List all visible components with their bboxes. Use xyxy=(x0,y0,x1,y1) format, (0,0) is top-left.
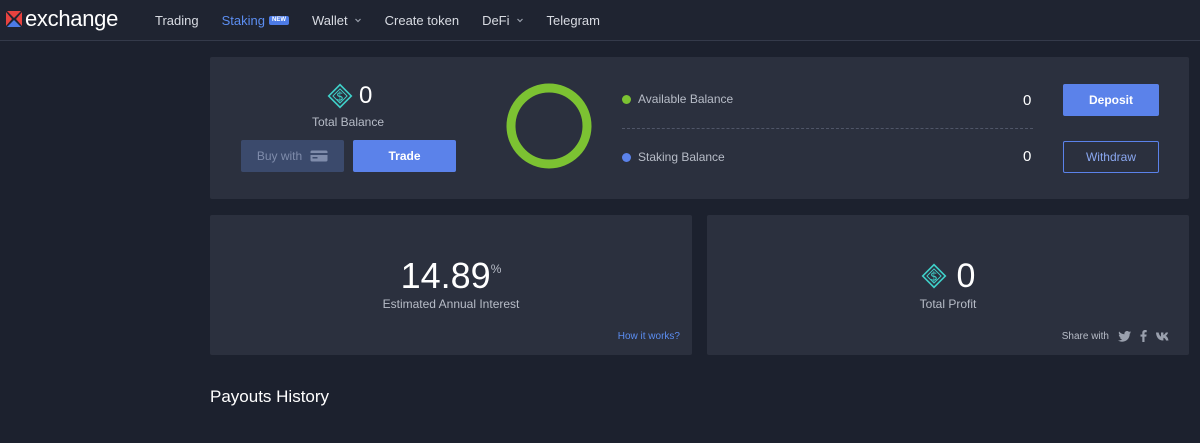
credit-card-icon xyxy=(310,150,328,162)
deposit-button[interactable]: Deposit xyxy=(1063,84,1159,116)
facebook-icon[interactable] xyxy=(1140,330,1147,342)
divider xyxy=(622,128,1033,129)
nav-defi[interactable]: DeFi xyxy=(482,13,523,28)
vk-icon[interactable] xyxy=(1156,332,1171,341)
nav-staking-label: Staking xyxy=(221,12,265,28)
main-nav: Trading Staking NEW Wallet Create token … xyxy=(155,0,623,40)
annual-interest-label: Estimated Annual Interest xyxy=(382,297,520,311)
twitter-icon[interactable] xyxy=(1118,330,1131,342)
total-balance-number: 0 xyxy=(359,82,373,109)
total-balance-label: Total Balance xyxy=(311,115,385,129)
nav-telegram[interactable]: Telegram xyxy=(547,13,600,28)
total-profit-value: $ 0 xyxy=(707,258,1189,294)
svg-text:$: $ xyxy=(930,270,938,284)
buy-with-label: Buy with xyxy=(256,149,303,163)
staking-dot xyxy=(622,152,631,162)
interest-int: 14 xyxy=(400,255,441,296)
available-dot xyxy=(622,94,631,104)
nav-defi-label: DeFi xyxy=(482,12,510,28)
coin-icon: $ xyxy=(327,83,353,109)
logo-icon xyxy=(6,11,22,27)
balance-ring-chart xyxy=(506,83,592,169)
top-navbar: exchange Trading Staking NEW Wallet Crea… xyxy=(0,0,1200,41)
nav-create-token-label: Create token xyxy=(384,12,460,28)
total-profit-number: 0 xyxy=(956,257,976,295)
nav-trading-label: Trading xyxy=(155,12,199,28)
balance-panel: $ 0 Total Balance Buy with Trade Availab… xyxy=(210,57,1189,199)
nav-trading[interactable]: Trading xyxy=(155,13,199,28)
how-it-works-link[interactable]: How it works? xyxy=(618,331,680,342)
share-bar: Share with xyxy=(1062,330,1171,342)
share-with-label: Share with xyxy=(1061,330,1109,342)
available-balance-row: Available Balance xyxy=(622,92,733,106)
buy-with-card-button[interactable]: Buy with xyxy=(241,140,344,172)
nav-staking[interactable]: Staking NEW xyxy=(222,13,289,28)
total-balance-value: $ 0 xyxy=(327,83,372,109)
available-balance-value: 0 xyxy=(1023,92,1032,109)
profit-panel: $ 0 Total Profit Share with xyxy=(707,215,1189,355)
nav-wallet-label: Wallet xyxy=(311,12,348,28)
logo[interactable]: exchange xyxy=(6,7,118,31)
withdraw-button[interactable]: Withdraw xyxy=(1063,141,1159,173)
nav-telegram-label: Telegram xyxy=(546,12,600,28)
new-badge: NEW xyxy=(268,15,289,25)
logo-text: exchange xyxy=(25,6,119,31)
staking-balance-row: Staking Balance xyxy=(622,150,725,164)
trade-button[interactable]: Trade xyxy=(353,140,456,172)
staking-balance-value: 0 xyxy=(1023,148,1032,165)
staking-balance-label: Staking Balance xyxy=(638,150,725,164)
total-profit-label: Total Profit xyxy=(919,297,977,311)
interest-panel: 14.89% Estimated Annual Interest How it … xyxy=(210,215,692,355)
annual-interest-value: 14.89% xyxy=(210,258,692,294)
chevron-down-icon xyxy=(516,18,523,23)
chevron-down-icon xyxy=(354,18,361,23)
nav-wallet[interactable]: Wallet xyxy=(312,13,362,28)
available-balance-label: Available Balance xyxy=(638,92,734,106)
payouts-history-title: Payouts History xyxy=(210,387,330,406)
coin-icon: $ xyxy=(921,263,946,289)
nav-create-token[interactable]: Create token xyxy=(385,13,459,28)
interest-dec: .89 xyxy=(440,255,491,296)
percent-sign: % xyxy=(490,262,502,276)
svg-text:$: $ xyxy=(336,90,344,104)
